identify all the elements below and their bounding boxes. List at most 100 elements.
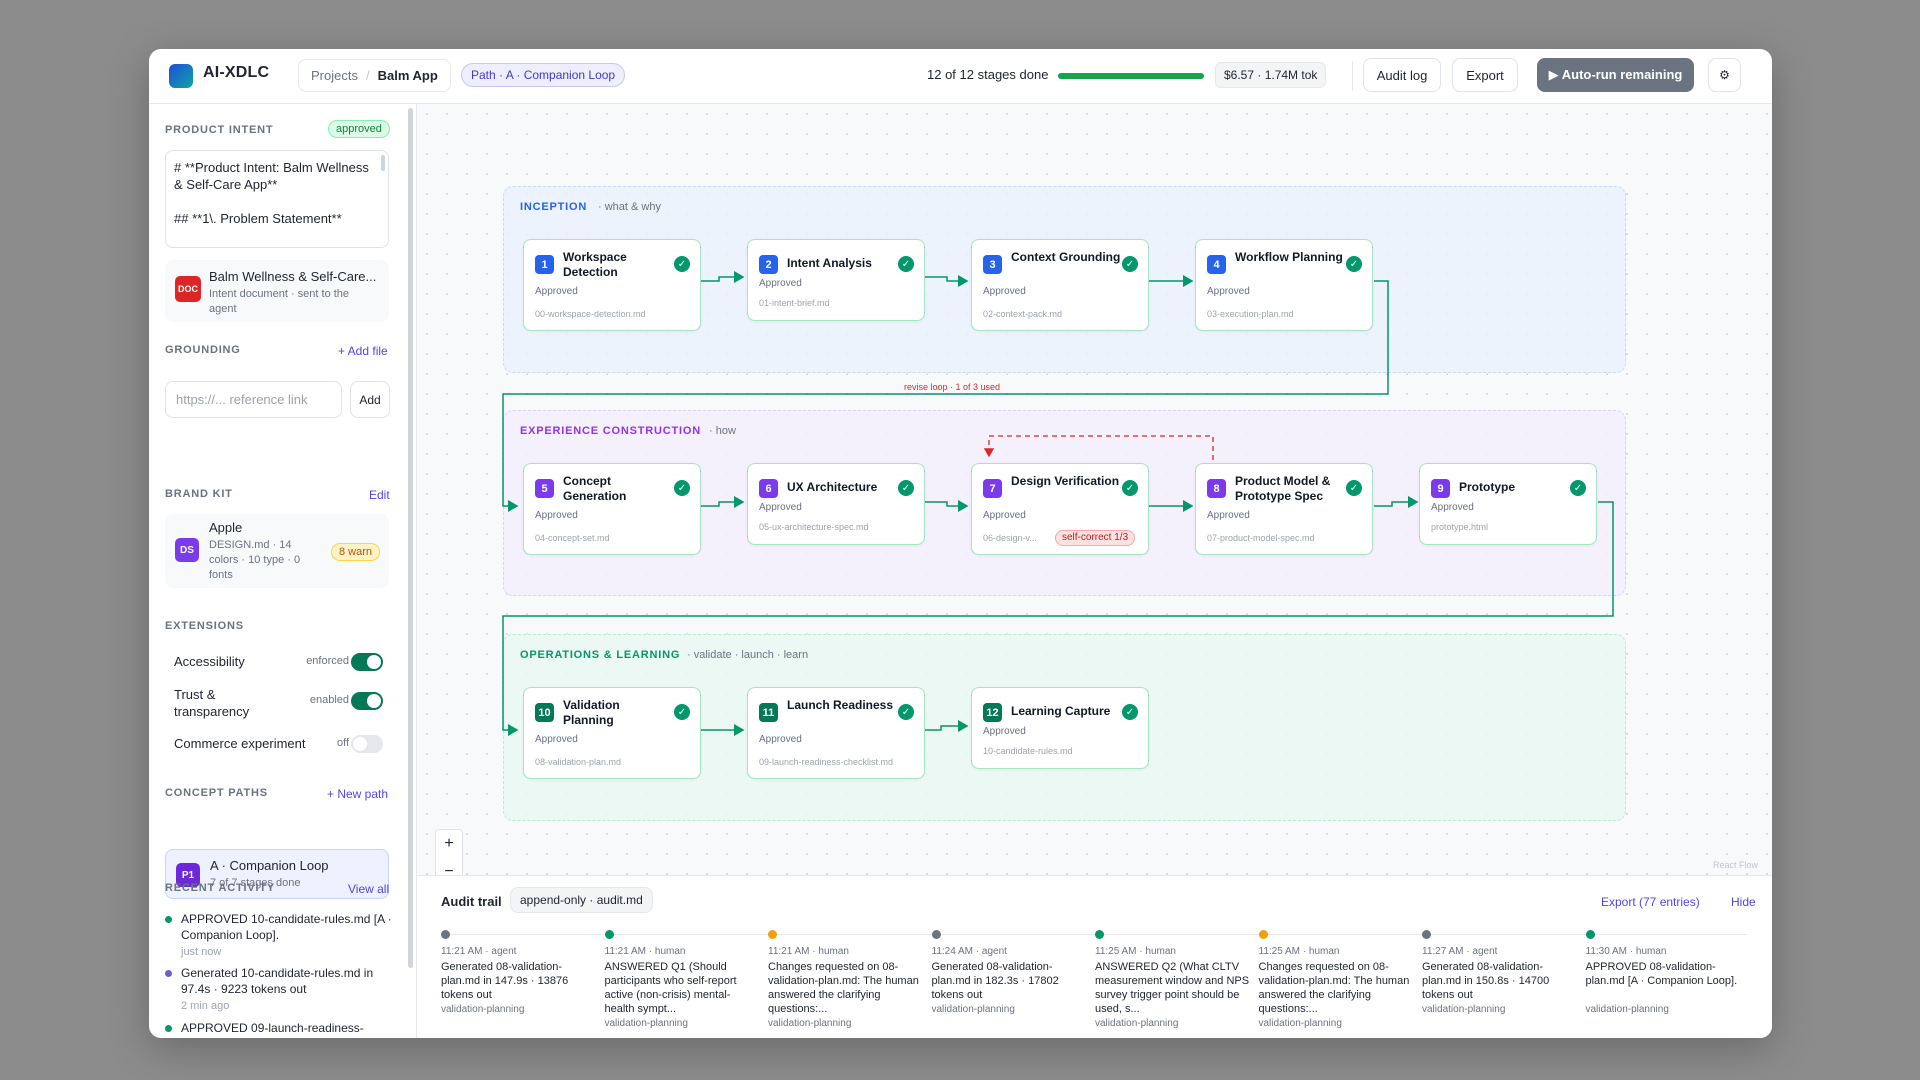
current-path-pill[interactable]: Path · A · Companion Loop: [461, 63, 626, 87]
audit-source-pill: append-only · audit.md: [510, 887, 653, 913]
audit-event[interactable]: 11:30 AM · human APPROVED 08-validation-p…: [1585, 928, 1741, 1033]
self-correct-badge: self-correct 1/3: [1055, 530, 1136, 546]
stage-node-4[interactable]: 4 Workflow Planning ✓ Approved 03-execution-…: [1195, 239, 1373, 331]
sidebar-scrollbar[interactable]: [408, 108, 413, 968]
activity-item[interactable]: APPROVED 10-candidate-rules.md [A · Comp…: [165, 911, 395, 961]
stage-node-8[interactable]: 8 Product Model & Prototype Spec ✓ Approved…: [1195, 463, 1373, 555]
intent-doc-card[interactable]: DOC Balm Wellness & Self-Care... Intent …: [165, 260, 389, 322]
intent-text: # **Product Intent: Balm Wellness & Self…: [174, 160, 369, 226]
audit-event[interactable]: 11:21 AM · human Changes requested on 08-…: [768, 928, 923, 1033]
new-path-link[interactable]: + New path: [327, 787, 388, 801]
textarea-scrollbar[interactable]: [381, 155, 385, 171]
audit-event-text: Changes requested on 08-validation-plan.…: [768, 961, 919, 1015]
audit-event-text: ANSWERED Q1 (Should participants who sel…: [604, 961, 737, 1015]
intent-textarea[interactable]: # **Product Intent: Balm Wellness & Self…: [165, 150, 389, 248]
stage-title: Prototype: [1459, 480, 1516, 494]
stage-node-9[interactable]: 9 Prototype ✓ Approved prototype.html: [1419, 463, 1597, 545]
stage-file[interactable]: 04-concept-set.md: [535, 533, 610, 543]
audit-event[interactable]: 11:24 AM · agent Generated 08-validation-…: [931, 928, 1087, 1033]
activity-item[interactable]: APPROVED 09-launch-readiness-checklist.m…: [165, 1020, 395, 1038]
stage-title: Validation Planning: [563, 698, 620, 727]
stages-progress-text: 12 of 12 stages done: [927, 67, 1049, 82]
stage-node-6[interactable]: 6 UX Architecture ✓ Approved 05-ux-architect…: [747, 463, 925, 545]
stage-file[interactable]: 05-ux-architecture-spec.md: [759, 522, 869, 532]
cost-badge: $6.57 · 1.74M tok: [1215, 62, 1327, 88]
stage-file[interactable]: prototype.html: [1431, 522, 1488, 532]
reference-link-input[interactable]: https://... reference link: [165, 381, 342, 418]
stage-file[interactable]: 08-validation-plan.md: [535, 757, 621, 767]
stage-file[interactable]: 02-context-pack.md: [983, 309, 1062, 319]
stage-node-12[interactable]: 12 Learning Capture ✓ Approved 10-candidate-…: [971, 687, 1149, 769]
brand-kit-card[interactable]: DS Apple DESIGN.md · 14 colors · 10 type…: [165, 514, 389, 588]
stage-status: Approved: [983, 510, 1026, 521]
breadcrumb-current-project[interactable]: Balm App: [378, 68, 438, 83]
stage-file[interactable]: 01-intent-brief.md: [759, 298, 830, 308]
extension-accessibility: Accessibility enforced: [165, 646, 389, 678]
add-reference-button[interactable]: Add: [350, 381, 390, 418]
stage-node-10[interactable]: 10 Validation Planning ✓ Approved 08-validat…: [523, 687, 701, 779]
audit-event-stage: validation-planning: [768, 1018, 852, 1029]
extension-label: Accessibility: [174, 654, 245, 669]
stage-number: 12: [983, 703, 1002, 722]
stage-file[interactable]: 06-design-v...: [983, 533, 1037, 543]
auto-run-button[interactable]: ▶ Auto-run remaining: [1537, 58, 1694, 92]
view-all-link[interactable]: View all: [348, 882, 389, 896]
stage-file[interactable]: 09-launch-readiness-checklist.md: [759, 757, 893, 767]
activity-text: APPROVED 09-launch-readiness-checklist.m…: [181, 1021, 370, 1038]
stage-node-1[interactable]: 1 Workspace Detection ✓ Approved 00-workspac…: [523, 239, 701, 331]
stage-file[interactable]: 10-candidate-rules.md: [983, 746, 1073, 756]
audit-export-link[interactable]: Export (77 entries): [1601, 895, 1700, 909]
approved-check-icon: ✓: [1346, 480, 1362, 496]
audit-event[interactable]: 11:25 AM · human ANSWERED Q2 (What CLTV m…: [1095, 928, 1250, 1033]
stage-file[interactable]: 03-execution-plan.md: [1207, 309, 1294, 319]
add-file-link[interactable]: + Add file: [338, 344, 388, 358]
audit-event-meta: 11:27 AM · agent: [1422, 946, 1498, 957]
stage-node-11[interactable]: 11 Launch Readiness ✓ Approved 09-launch-rea…: [747, 687, 925, 779]
accessibility-toggle[interactable]: [351, 653, 383, 671]
recent-activity-title: RECENT ACTIVITY: [165, 882, 275, 894]
extension-label: Commerce experiment: [174, 736, 306, 751]
zoom-in-icon[interactable]: +: [436, 830, 462, 857]
stage-node-2[interactable]: 2 Intent Analysis ✓ Approved 01-intent-brief…: [747, 239, 925, 321]
stage-node-5[interactable]: 5 Concept Generation ✓ Approved 04-concept-s…: [523, 463, 701, 555]
extension-trust: Trust & transparency enabled: [165, 684, 389, 722]
stage-node-7[interactable]: 7 Design Verification ✓ Approved 06-design-v…: [971, 463, 1149, 555]
audit-event[interactable]: 11:21 AM · agent Generated 08-validation-…: [441, 928, 596, 1033]
audit-event-stage: validation-planning: [441, 1004, 525, 1015]
brand-subtitle: DESIGN.md · 14 colors · 10 type · 0 font…: [209, 539, 301, 581]
audit-event[interactable]: 11:27 AM · agent Generated 08-validation-…: [1422, 928, 1577, 1033]
activity-dot: [165, 1025, 172, 1032]
export-button[interactable]: Export: [1452, 58, 1518, 92]
audit-event-dot: [604, 930, 614, 939]
group-title: INCEPTION: [520, 201, 588, 213]
breadcrumb-projects[interactable]: Projects: [311, 68, 358, 83]
brand-edit-link[interactable]: Edit: [369, 488, 390, 502]
audit-event[interactable]: 11:25 AM · human Changes requested on 08-…: [1258, 928, 1414, 1033]
audit-event-meta: 11:21 AM · human: [768, 946, 849, 957]
group-title: EXPERIENCE CONSTRUCTION: [520, 425, 701, 437]
path-name: A · Companion Loop: [210, 858, 329, 873]
stage-file[interactable]: 07-product-model-spec.md: [1207, 533, 1315, 543]
commerce-toggle[interactable]: [351, 735, 383, 753]
audit-log-button[interactable]: Audit log: [1363, 58, 1441, 92]
audit-trail-panel: Audit trail append-only · audit.md Expor…: [417, 875, 1772, 1038]
approved-check-icon: ✓: [898, 480, 914, 496]
intent-doc-title: Balm Wellness & Self-Care...: [209, 269, 377, 284]
activity-time: 2 min ago: [181, 1000, 230, 1012]
stage-title: Intent Analysis: [787, 256, 872, 270]
trust-toggle[interactable]: [351, 692, 383, 710]
settings-icon[interactable]: ⚙: [1708, 58, 1741, 92]
stage-file[interactable]: 00-workspace-detection.md: [535, 309, 646, 319]
stage-number: 5: [535, 479, 554, 498]
audit-event-dot: [1422, 930, 1431, 939]
group-subtitle: · validate · launch · learn: [687, 649, 809, 661]
audit-hide-link[interactable]: Hide: [1731, 895, 1756, 909]
stage-node-3[interactable]: 3 Context Grounding ✓ Approved 02-context-pa…: [971, 239, 1149, 331]
product-intent-title: PRODUCT INTENT: [165, 124, 274, 136]
audit-event-meta: 11:21 AM · agent: [441, 946, 517, 957]
audit-event-dot: [1258, 930, 1268, 939]
react-flow-attribution[interactable]: React Flow: [1713, 860, 1758, 870]
flow-canvas[interactable]: INCEPTION · what & why EXPERIENCE CONSTR…: [417, 104, 1772, 913]
audit-event[interactable]: 11:21 AM · human ANSWERED Q1 (Should part…: [604, 928, 760, 1033]
activity-item[interactable]: Generated 10-candidate-rules.md in 97.4s…: [165, 965, 395, 1015]
